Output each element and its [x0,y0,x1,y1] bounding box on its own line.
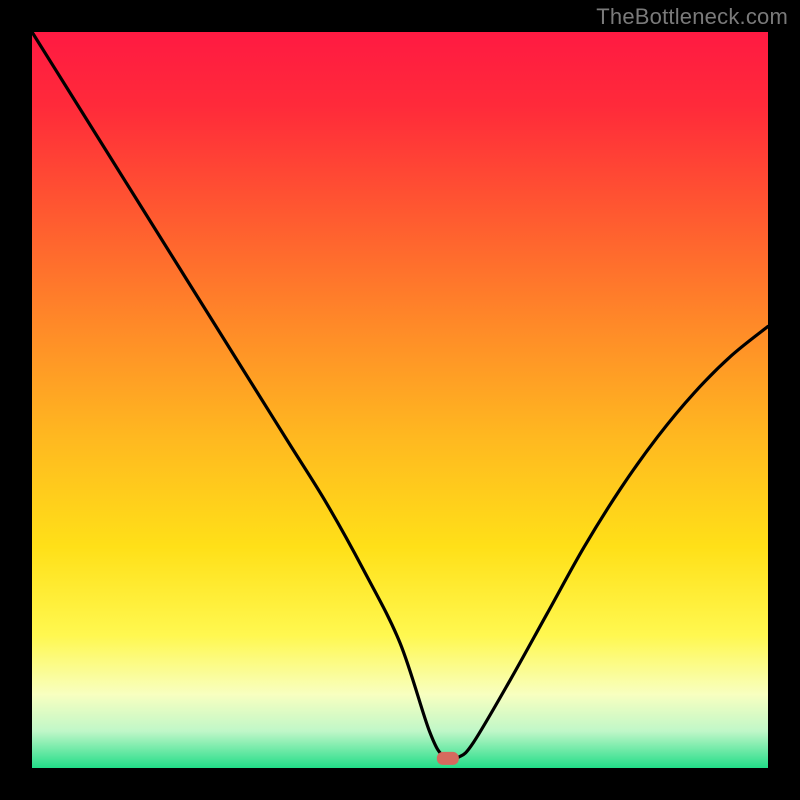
chart-background [32,32,768,768]
watermark-text: TheBottleneck.com [596,4,788,30]
bottleneck-chart [0,0,800,800]
optimal-marker [437,752,459,765]
chart-frame: TheBottleneck.com [0,0,800,800]
